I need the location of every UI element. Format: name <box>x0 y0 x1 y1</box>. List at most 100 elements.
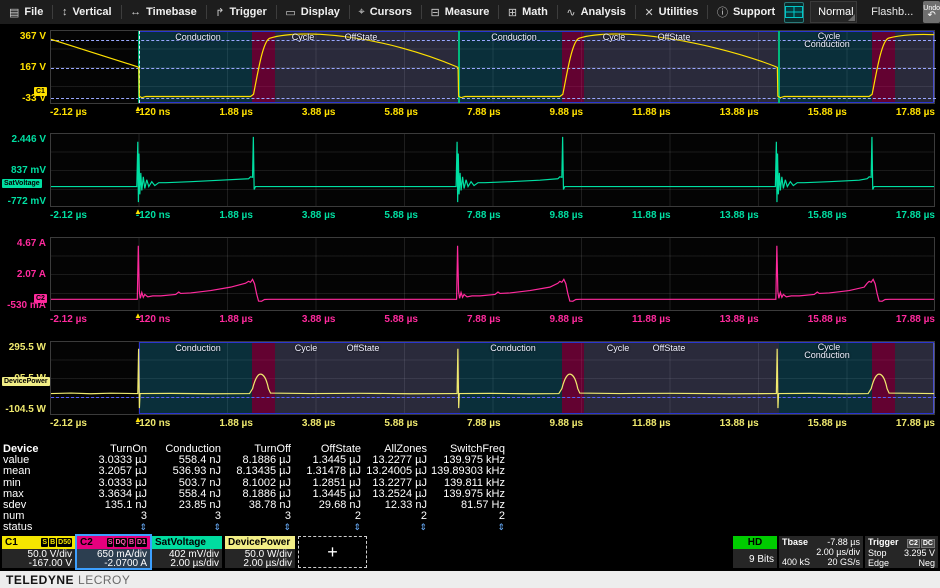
menu-measure[interactable]: ⊟Measure <box>421 0 498 24</box>
time-tick: -120 ns <box>136 210 170 221</box>
zone-label: OffState <box>653 343 686 353</box>
time-tick: 5.88 µs <box>384 107 418 118</box>
time-tick: 17.88 µs <box>896 210 935 221</box>
time-tick: 9.88 µs <box>550 314 584 325</box>
zone-label: Conduction <box>804 350 850 360</box>
time-tick: 1.88 µs <box>219 418 253 429</box>
tbase-samples: 400 kS <box>782 557 810 567</box>
menu-bar: ▤File ↕Vertical ↔ Timebase ↱Trigger ▭Disp… <box>0 0 940 25</box>
trigger-source-badge: C2 <box>907 539 920 548</box>
c1-badge-s: S <box>41 538 48 547</box>
time-tick: 7.88 µs <box>467 210 501 221</box>
satvoltage-plot-area[interactable] <box>50 133 935 207</box>
zone-label: Cycle <box>607 343 630 353</box>
time-tick: 1.88 µs <box>219 210 253 221</box>
table-cell: 3.2057 µJ <box>61 466 147 477</box>
menu-display[interactable]: ▭Display <box>276 0 349 24</box>
flashback-label[interactable]: Flashb... <box>871 6 913 18</box>
devicepower-plot-area[interactable]: Conduction Cycle OffState Conduction Cyc… <box>50 341 935 415</box>
status-icon: ⇕ <box>353 522 361 532</box>
menu-timebase-label: Timebase <box>146 6 197 18</box>
add-trace-button[interactable]: + <box>298 536 367 568</box>
c2-offset: -2.0700 A <box>80 559 147 568</box>
time-tick: -2.12 µs <box>50 107 87 118</box>
c1-descriptor-title: C1 <box>5 537 18 548</box>
menu-utilities[interactable]: ✕Utilities <box>635 0 707 24</box>
display-icon: ▭ <box>285 6 295 19</box>
oscilloscope-screen: ▤File ↕Vertical ↔ Timebase ↱Trigger ▭Disp… <box>0 0 940 588</box>
tbase-offset: -7.88 µs <box>827 537 860 547</box>
menu-file[interactable]: ▤File <box>0 0 52 24</box>
menu-measure-label: Measure <box>445 6 490 18</box>
trigger-type: Edge <box>868 558 889 568</box>
satvoltage-channel-badge[interactable]: SatVoltage <box>2 179 42 188</box>
time-tick: 15.88 µs <box>808 210 847 221</box>
table-cell: 3 <box>147 511 221 522</box>
time-tick: 3.88 µs <box>302 107 336 118</box>
table-cell: 139.89303 kHz <box>427 466 505 477</box>
time-tick: -120 ns <box>136 107 170 118</box>
status-icon: ⇕ <box>139 522 147 532</box>
time-tick: 5.88 µs <box>384 210 418 221</box>
menu-cursors[interactable]: ⌖Cursors <box>350 0 421 24</box>
status-icon: ⇕ <box>419 522 427 532</box>
time-tick: 3.88 µs <box>302 314 336 325</box>
zone-label: Cycle <box>603 32 626 42</box>
time-tick: 15.88 µs <box>808 107 847 118</box>
c1-descriptor[interactable]: C1SBD50 50.0 V/div-167.00 V <box>2 536 75 568</box>
menu-math[interactable]: ⊞Math <box>499 0 557 24</box>
zone-label: OffState <box>345 32 378 42</box>
devicepower-descriptor[interactable]: DevicePower 50.0 W/div2.00 µs/div <box>225 536 295 568</box>
teledyne-logo: TELEDYNE <box>6 573 74 587</box>
satvoltage-waveform <box>51 134 934 206</box>
c2-channel-badge[interactable]: C2 <box>34 294 47 303</box>
grid-mode-button[interactable] <box>784 2 804 23</box>
timebase-descriptor[interactable]: Tbase-7.88 µs 2.00 µs/div 400 kS20 GS/s <box>779 536 863 568</box>
menu-analysis[interactable]: ∿Analysis <box>557 0 634 24</box>
satvoltage-ylabel-mid: 837 mV <box>0 165 46 176</box>
table-cell: 29.68 nJ <box>291 500 361 511</box>
undo-button[interactable]: Undo↶ <box>923 1 940 23</box>
descriptor-bar: C1SBD50 50.0 V/div-167.00 V C2SDQBD1 650… <box>0 536 940 568</box>
zone-label: Cycle <box>295 343 318 353</box>
trigger-slope: Neg <box>918 558 935 568</box>
utilities-icon: ✕ <box>644 6 653 19</box>
devicepower-tdiv: 2.00 µs/div <box>228 559 292 568</box>
menu-support[interactable]: ⓘSupport <box>708 0 784 24</box>
c1-channel-badge[interactable]: C1 <box>34 87 47 96</box>
status-icon: ⇕ <box>283 522 291 532</box>
devicepower-channel-badge[interactable]: DevicePower <box>2 377 50 386</box>
table-cell: 135.1 nJ <box>61 500 147 511</box>
time-tick: 13.88 µs <box>720 210 759 221</box>
satvoltage-ylabel-bottom: -772 mV <box>0 196 46 207</box>
trigger-mode: Stop <box>868 548 887 558</box>
hd-indicator[interactable]: HD 9 Bits <box>733 536 777 568</box>
satvoltage-descriptor[interactable]: SatVoltage 402 mV/div2.00 µs/div <box>152 536 222 568</box>
zone-label: Conduction <box>490 343 536 353</box>
c1-offset: -167.00 V <box>5 559 72 568</box>
menu-trigger[interactable]: ↱Trigger <box>206 0 276 24</box>
menu-timebase[interactable]: ↔ Timebase <box>121 0 206 24</box>
time-tick: 15.88 µs <box>808 418 847 429</box>
table-cell: 2 <box>427 511 505 522</box>
c2-descriptor[interactable]: C2SDQBD1 650 mA/div-2.0700 A <box>77 536 150 568</box>
display-mode-dropdown[interactable]: Normal <box>810 1 857 23</box>
zone-label: OffState <box>347 343 380 353</box>
time-tick: 1.88 µs <box>219 107 253 118</box>
time-tick: 7.88 µs <box>467 314 501 325</box>
trigger-descriptor[interactable]: TriggerC2DC Stop3.295 V EdgeNeg <box>865 536 938 568</box>
time-tick: -2.12 µs <box>50 210 87 221</box>
menu-vertical[interactable]: ↕Vertical <box>53 0 121 24</box>
c2-plot-area[interactable] <box>50 237 935 311</box>
status-icon: ⇕ <box>213 522 221 532</box>
menu-support-label: Support <box>733 6 775 18</box>
time-tick: 9.88 µs <box>550 210 584 221</box>
add-icon: + <box>327 542 338 563</box>
tbase-label: Tbase <box>782 537 808 547</box>
zone-label: Conduction <box>491 32 537 42</box>
c1-plot-area[interactable]: Conduction Cycle OffState Conduction Cyc… <box>50 30 935 104</box>
timebase-icon: ↔ <box>130 6 141 18</box>
time-tick: 17.88 µs <box>896 418 935 429</box>
brand-strip: TELEDYNE LECROY <box>0 571 940 588</box>
time-tick: 1.88 µs <box>219 314 253 325</box>
